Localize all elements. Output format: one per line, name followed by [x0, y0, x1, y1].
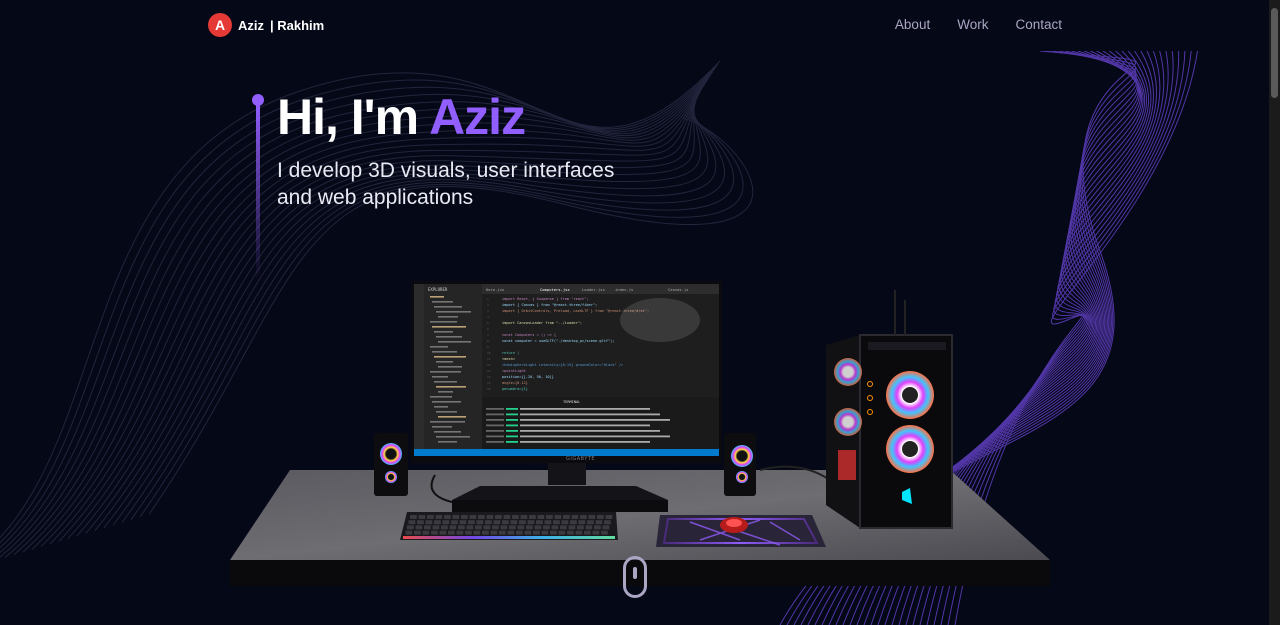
svg-text:9: 9 [487, 345, 489, 349]
terminal-tab: TERMINAL [563, 400, 580, 404]
svg-text:10: 10 [487, 351, 491, 355]
nav-links: About Work Contact [895, 17, 1062, 32]
editor-tab: Loader.jsx [582, 287, 606, 292]
svg-text:<mesh>: <mesh> [502, 357, 516, 361]
svg-text:16: 16 [487, 387, 491, 391]
keyboard [400, 512, 618, 540]
editor-explorer-title: EXPLORER [428, 287, 448, 292]
left-speaker [374, 433, 408, 496]
brand-surname: | Rakhim [270, 17, 325, 33]
editor-tab: Computers.jsx [540, 287, 570, 292]
svg-text:12: 12 [487, 363, 491, 367]
computer-scene-canvas[interactable]: EXPLORER Hero.jsx Computers.jsx Loader.j… [0, 0, 1280, 625]
svg-text:1: 1 [487, 297, 489, 301]
nav-link-work[interactable]: Work [957, 17, 988, 32]
svg-text:penumbra={1}: penumbra={1} [502, 387, 528, 391]
svg-text:angle={0.12}: angle={0.12} [502, 381, 528, 385]
navbar: A Aziz | Rakhim About Work Contact [0, 0, 1269, 51]
svg-text:14: 14 [487, 375, 491, 379]
svg-text:8: 8 [487, 339, 489, 343]
scroll-indicator[interactable] [623, 556, 647, 598]
scrollbar-thumb[interactable] [1271, 8, 1278, 98]
svg-text:4: 4 [487, 315, 489, 319]
monitor-brand: GIGABYTE [566, 456, 595, 462]
logo-icon: A [208, 13, 232, 37]
svg-text:3: 3 [487, 309, 489, 313]
mouse [720, 517, 748, 533]
svg-text:7: 7 [487, 333, 489, 337]
svg-text:position={[-20, 50, 10]}: position={[-20, 50, 10]} [502, 375, 554, 379]
editor-tab: Canvas.js [668, 287, 689, 292]
svg-text:2: 2 [487, 303, 489, 307]
svg-text:const Computers = () => {: const Computers = () => { [502, 333, 556, 337]
svg-text:13: 13 [487, 369, 491, 373]
svg-text:import { Canvas } from "@react: import { Canvas } from "@react-three/fib… [502, 303, 597, 307]
editor-tab: Hero.jsx [486, 287, 505, 292]
pc-case [826, 290, 953, 529]
editor-tab: index.js [615, 287, 633, 292]
scrollbar[interactable] [1269, 0, 1280, 625]
svg-text:const computer = useGLTF("./de: const computer = useGLTF("./desktop_pc/s… [502, 339, 615, 343]
monitor: EXPLORER Hero.jsx Computers.jsx Loader.j… [411, 281, 722, 463]
brand-link[interactable]: A Aziz | Rakhim [208, 13, 324, 37]
scroll-dot [633, 567, 637, 579]
svg-text:11: 11 [487, 357, 491, 361]
brand-name: Aziz [238, 17, 264, 33]
logo-letter: A [214, 17, 226, 33]
svg-text:5: 5 [487, 321, 489, 325]
svg-text:15: 15 [487, 381, 491, 385]
nav-link-contact[interactable]: Contact [1015, 17, 1062, 32]
svg-text:return (: return ( [502, 351, 519, 355]
svg-text:import CanvasLoader from "../L: import CanvasLoader from "../Loader"; [502, 321, 582, 325]
svg-text:<hemisphereLight intensity={0.: <hemisphereLight intensity={0.15} ground… [502, 363, 624, 367]
nav-link-about[interactable]: About [895, 17, 930, 32]
svg-text:<pointLight: <pointLight [502, 369, 526, 373]
right-speaker [724, 433, 756, 496]
svg-text:6: 6 [487, 327, 489, 331]
svg-text:import React, { Suspense } fro: import React, { Suspense } from "react"; [502, 297, 589, 301]
